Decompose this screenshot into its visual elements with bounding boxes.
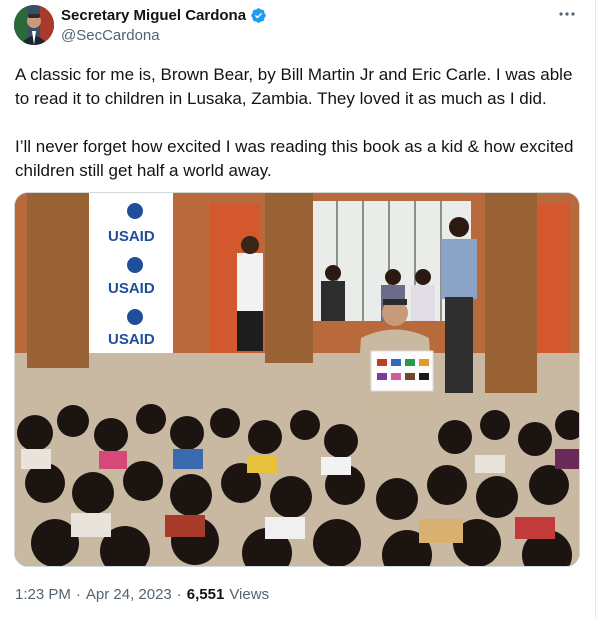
- meta-separator: ·: [75, 586, 81, 603]
- avatar-image: [14, 5, 54, 45]
- tweet-paragraph: A classic for me is, Brown Bear, by Bill…: [15, 65, 573, 108]
- more-dots-icon[interactable]: [557, 4, 577, 29]
- tweet-meta: 1:23 PM · Apr 24, 2023 · 6,551 Views: [15, 586, 269, 603]
- author-name[interactable]: Secretary Miguel Cardona: [61, 7, 246, 24]
- classroom-photo: USAID USAID USAID: [15, 193, 579, 566]
- views-count: 6,551: [186, 586, 225, 603]
- tweet-time[interactable]: 1:23 PM: [15, 586, 71, 603]
- tweet-date[interactable]: Apr 24, 2023: [86, 586, 172, 603]
- banner-text: USAID: [108, 228, 155, 245]
- tweet-text: A classic for me is, Brown Bear, by Bill…: [15, 63, 575, 183]
- tweet-card: Secretary Miguel Cardona @SecCardona A c…: [0, 0, 596, 619]
- author-handle[interactable]: @SecCardona: [61, 27, 160, 44]
- tweet-paragraph: I’ll never forget how excited I was read…: [15, 137, 574, 180]
- meta-separator: ·: [176, 586, 182, 603]
- views-label: Views: [229, 586, 270, 603]
- verified-badge-icon: [250, 7, 267, 24]
- banner-text: USAID: [108, 280, 155, 297]
- tweet-photo[interactable]: USAID USAID USAID: [14, 192, 580, 567]
- banner-text: USAID: [108, 331, 155, 348]
- author-row: Secretary Miguel Cardona: [61, 7, 267, 24]
- avatar[interactable]: [14, 5, 54, 45]
